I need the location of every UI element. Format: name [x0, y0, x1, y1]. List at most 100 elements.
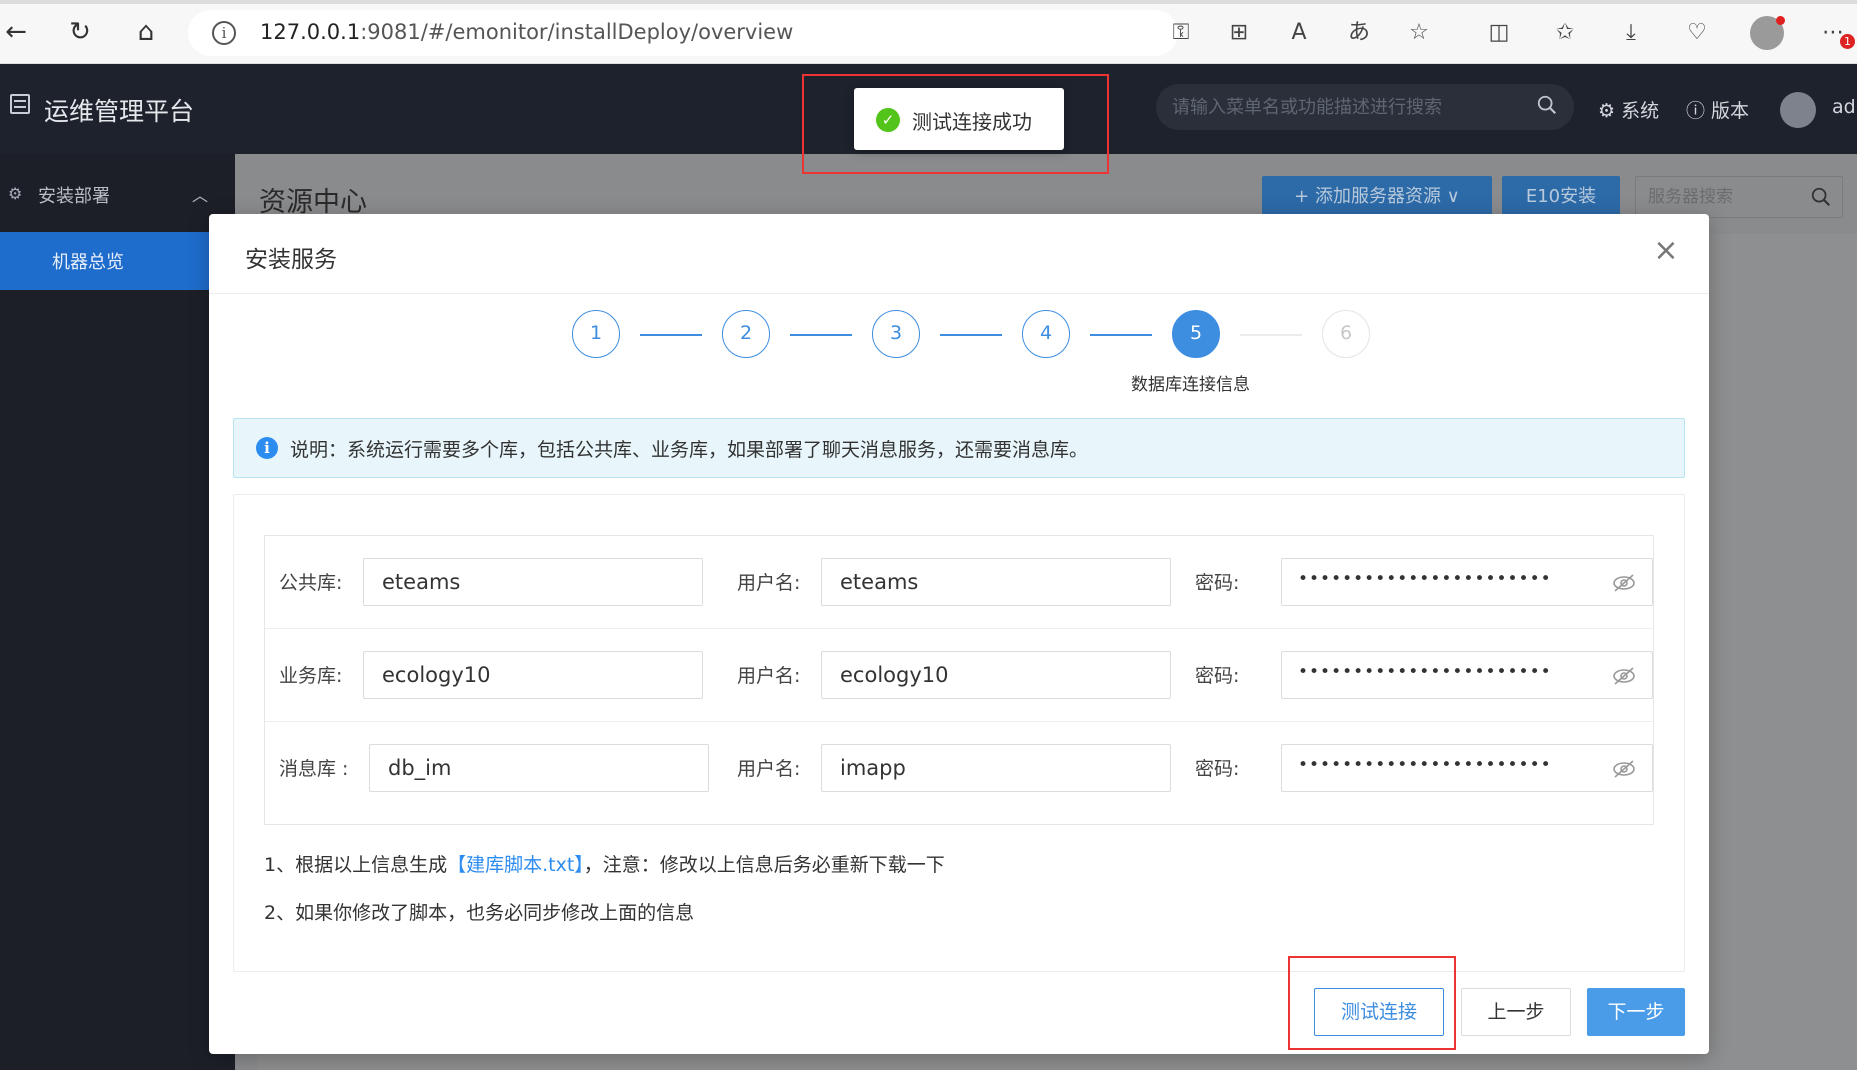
create-db-script-link[interactable]: 【建库脚本.txt】 — [447, 854, 584, 876]
step-4[interactable]: 4 — [1022, 310, 1070, 358]
key-icon[interactable]: ⚿ — [1166, 18, 1196, 48]
username-field[interactable] — [821, 744, 1171, 792]
db-label: 消息库 : — [279, 758, 349, 780]
password-field[interactable]: ••••••••••••••••••••••• — [1281, 558, 1653, 606]
db-form-card: 公共库: 用户名: 密码: ••••••••••••••••••••••• 业务… — [233, 494, 1685, 972]
sidebar-group-install-deploy[interactable]: ⚙ 安装部署 ︿ — [0, 176, 235, 216]
username-field[interactable] — [821, 651, 1171, 699]
db-row-message: 消息库 : 用户名: 密码: ••••••••••••••••••••••• — [265, 722, 1653, 815]
url-text[interactable]: 127.0.0.1:9081/#/emonitor/installDeploy/… — [260, 20, 793, 44]
reload-icon[interactable]: ↻ — [64, 16, 96, 48]
db-row-business: 业务库: 用户名: 密码: ••••••••••••••••••••••• — [265, 629, 1653, 722]
e10-install-button[interactable]: E10安装 — [1502, 176, 1620, 218]
db-name-input[interactable] — [386, 755, 691, 781]
apps-icon[interactable]: ⊞ — [1224, 18, 1254, 48]
step-1[interactable]: 1 — [572, 310, 620, 358]
password-mask: ••••••••••••••••••••••• — [1298, 755, 1552, 775]
db-name-input[interactable] — [380, 662, 685, 688]
db-label: 公共库: — [279, 572, 343, 594]
user-avatar[interactable] — [1780, 92, 1816, 128]
highlight-box-toast — [802, 74, 1109, 174]
active-step-label: 数据库连接信息 — [1131, 375, 1250, 395]
previous-step-button[interactable]: 上一步 — [1461, 988, 1571, 1036]
password-label: 密码: — [1195, 665, 1240, 687]
menu-search-box[interactable] — [1156, 84, 1574, 130]
username-label: 用户名: — [737, 758, 801, 780]
username-input[interactable] — [838, 755, 1152, 781]
user-name[interactable]: adr — [1832, 96, 1857, 118]
next-step-button[interactable]: 下一步 — [1587, 988, 1685, 1036]
username-label: 用户名: — [737, 665, 801, 687]
address-bar[interactable]: i 127.0.0.1:9081/#/emonitor/installDeplo… — [188, 10, 1189, 56]
download-icon[interactable]: ⤓ — [1616, 18, 1646, 48]
sync-note: 2、如果你修改了脚本，也务必同步修改上面的信息 — [264, 902, 695, 924]
browser-toolbar: ← ↻ ⌂ i 127.0.0.1:9081/#/emonitor/instal… — [0, 0, 1857, 64]
username-field[interactable] — [821, 558, 1171, 606]
chevron-up-icon: ︿ — [192, 186, 209, 205]
script-note: 1、根据以上信息生成【建库脚本.txt】，注意：修改以上信息后务必重新下载一下 — [264, 850, 945, 877]
health-icon[interactable]: ♡ — [1682, 18, 1712, 48]
search-icon[interactable] — [1810, 186, 1832, 208]
read-aloud-icon[interactable]: A — [1284, 18, 1314, 48]
username-input[interactable] — [838, 662, 1152, 688]
system-menu[interactable]: ⚙ 系统 — [1598, 96, 1659, 123]
db-label: 业务库: — [279, 665, 343, 687]
search-icon[interactable] — [1536, 94, 1558, 116]
profile-status-dot — [1776, 16, 1785, 25]
url-path: :9081/#/emonitor/installDeploy/overview — [360, 20, 794, 44]
step-5[interactable]: 5 — [1172, 310, 1220, 358]
favorites-icon[interactable]: ✩ — [1550, 18, 1580, 48]
password-label: 密码: — [1195, 758, 1240, 780]
notice-text: 说明：系统运行需要多个库，包括公共库、业务库，如果部署了聊天消息服务，还需要消息… — [290, 439, 1089, 461]
password-field[interactable]: ••••••••••••••••••••••• — [1281, 651, 1653, 699]
info-notice: i 说明：系统运行需要多个库，包括公共库、业务库，如果部署了聊天消息服务，还需要… — [233, 418, 1685, 478]
info-icon: i — [256, 437, 278, 459]
step-connector — [940, 334, 1002, 336]
eye-off-icon[interactable] — [1612, 758, 1636, 780]
step-connector — [790, 334, 852, 336]
dialog-header: 安装服务 × — [209, 214, 1709, 294]
password-label: 密码: — [1195, 572, 1240, 594]
version-menu[interactable]: ⓘ 版本 — [1686, 96, 1749, 123]
step-2[interactable]: 2 — [722, 310, 770, 358]
deploy-icon: ⚙ — [8, 184, 23, 203]
db-name-field[interactable] — [363, 651, 703, 699]
url-host: 127.0.0.1 — [260, 20, 361, 44]
step-connector — [1090, 334, 1152, 336]
sidebar-group-label: 安装部署 — [38, 186, 110, 207]
add-server-resource-button[interactable]: + 添加服务器资源 ∨ — [1262, 176, 1492, 218]
sidebar-item-label: 机器总览 — [52, 252, 124, 273]
note-text: ，注意：修改以上信息后务必重新下载一下 — [583, 854, 945, 876]
password-field[interactable]: ••••••••••••••••••••••• — [1281, 744, 1653, 792]
close-icon[interactable]: × — [1651, 236, 1681, 266]
db-row-public: 公共库: 用户名: 密码: ••••••••••••••••••••••• — [265, 536, 1653, 629]
translate-icon[interactable]: あ — [1344, 18, 1374, 48]
dialog-title: 安装服务 — [245, 247, 337, 273]
db-name-field[interactable] — [363, 558, 703, 606]
split-screen-icon[interactable]: ◫ — [1484, 18, 1514, 48]
back-arrow-icon[interactable]: ← — [0, 16, 32, 48]
site-info-icon[interactable]: i — [212, 21, 236, 45]
server-search-box[interactable] — [1635, 176, 1843, 218]
app-title: 运维管理平台 — [44, 97, 195, 126]
version-label: 版本 — [1711, 100, 1750, 122]
menu-list-icon[interactable] — [10, 94, 30, 114]
password-mask: ••••••••••••••••••••••• — [1298, 569, 1552, 589]
favorite-star-icon[interactable]: ☆ — [1404, 18, 1434, 48]
note-text: 1、根据以上信息生成 — [264, 854, 448, 876]
password-mask: ••••••••••••••••••••••• — [1298, 662, 1552, 682]
info-icon: ⓘ — [1686, 100, 1712, 122]
home-icon[interactable]: ⌂ — [130, 16, 162, 48]
eye-off-icon[interactable] — [1612, 572, 1636, 594]
step-6[interactable]: 6 — [1322, 310, 1370, 358]
username-input[interactable] — [838, 569, 1152, 595]
sidebar-item-machine-overview[interactable]: 机器总览 — [0, 232, 235, 290]
install-service-dialog: 安装服务 × 1 2 3 4 5 6 数据库连接信息 i 说明：系统运行需要多个… — [209, 214, 1709, 1054]
step-3[interactable]: 3 — [872, 310, 920, 358]
eye-off-icon[interactable] — [1612, 665, 1636, 687]
step-connector — [1240, 334, 1302, 336]
menu-search-input[interactable] — [1170, 93, 1520, 121]
db-name-field[interactable] — [369, 744, 709, 792]
db-name-input[interactable] — [380, 569, 685, 595]
server-search-input[interactable] — [1646, 185, 1796, 209]
